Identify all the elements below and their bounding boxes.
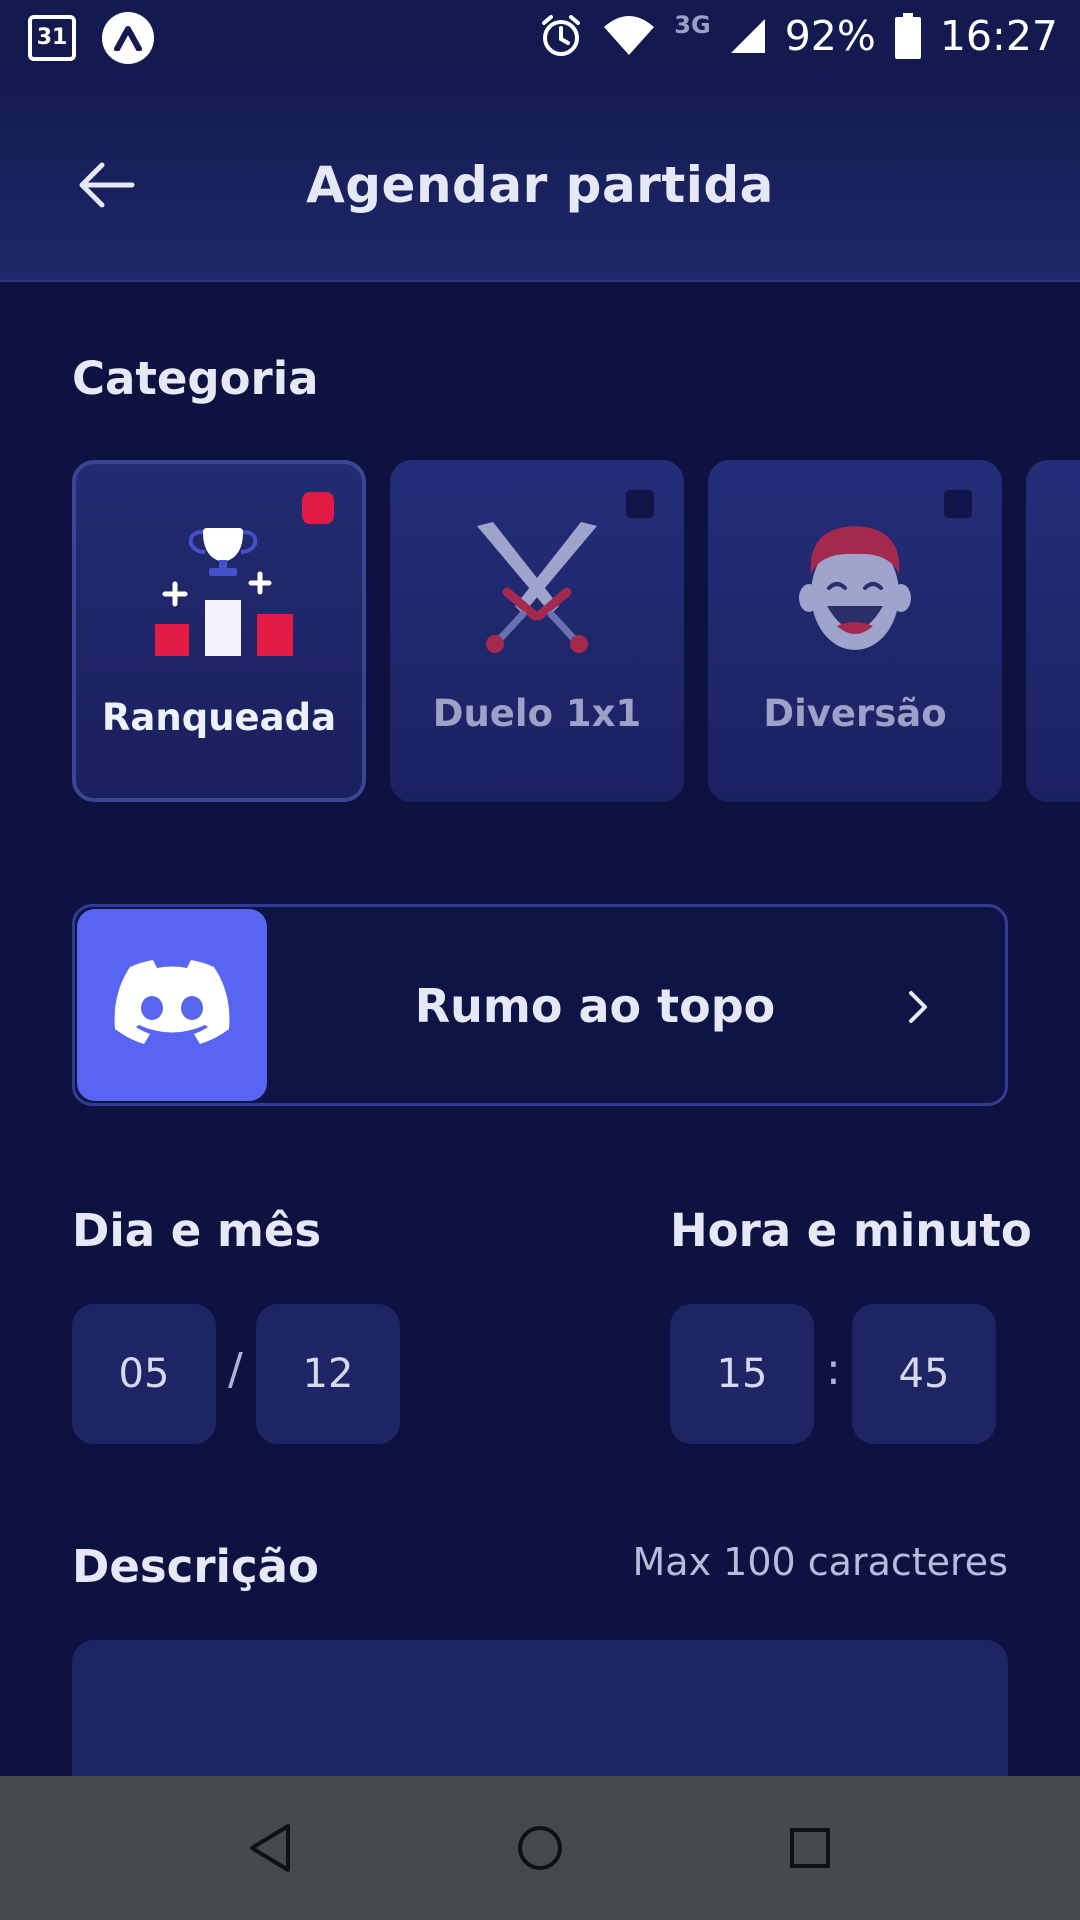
discord-icon bbox=[77, 909, 267, 1101]
category-card-diversao[interactable]: Diversão bbox=[708, 460, 1002, 802]
hour-input[interactable]: 15 bbox=[670, 1304, 814, 1444]
description-heading: Descrição bbox=[72, 1540, 319, 1593]
time-separator: : bbox=[826, 1344, 841, 1395]
system-nav-bar bbox=[0, 1776, 1080, 1920]
network-type: 3G bbox=[674, 11, 711, 39]
wifi-icon bbox=[604, 16, 655, 55]
home-nav-icon[interactable] bbox=[510, 1818, 570, 1878]
category-heading: Categoria bbox=[72, 352, 319, 405]
alarm-icon bbox=[542, 15, 581, 56]
time-heading: Hora e minuto bbox=[670, 1204, 1032, 1257]
category-label: Ranqueada bbox=[101, 696, 337, 739]
category-list: Ranqueada Duelo 1x1 Diversão bbox=[72, 460, 1080, 802]
category-card-duelo[interactable]: Duelo 1x1 bbox=[390, 460, 684, 802]
chevron-right-icon bbox=[909, 991, 927, 1023]
crossed-swords-icon bbox=[477, 522, 597, 653]
category-card-ranqueada[interactable]: Ranqueada bbox=[72, 460, 366, 802]
character-limit-hint: Max 100 caracteres bbox=[632, 1540, 1008, 1584]
app-header: Agendar partida bbox=[0, 72, 1080, 282]
page-title: Agendar partida bbox=[306, 156, 774, 214]
unselected-checkbox bbox=[944, 490, 972, 518]
recents-nav-icon[interactable] bbox=[780, 1818, 840, 1878]
date-separator: / bbox=[228, 1344, 243, 1395]
date-heading: Dia e mês bbox=[72, 1204, 322, 1257]
discord-server-selector[interactable]: Rumo ao topo bbox=[72, 904, 1008, 1106]
category-label: Diversão bbox=[763, 692, 947, 735]
status-bar: 31 3G 92% 16:27 bbox=[0, 0, 1080, 72]
category-label: Duelo 1x1 bbox=[432, 692, 642, 735]
category-card-more[interactable] bbox=[1026, 460, 1080, 802]
clock: 16:27 bbox=[939, 12, 1058, 60]
server-name: Rumo ao topo bbox=[414, 979, 776, 1033]
app-notification-icon bbox=[102, 12, 154, 64]
month-input[interactable]: 12 bbox=[256, 1304, 400, 1444]
back-nav-icon[interactable] bbox=[240, 1818, 300, 1878]
day-input[interactable]: 05 bbox=[72, 1304, 216, 1444]
signal-icon bbox=[730, 19, 765, 53]
calendar-icon: 31 bbox=[28, 15, 76, 61]
unselected-checkbox bbox=[626, 490, 654, 518]
battery-icon bbox=[894, 13, 921, 59]
selected-checkbox bbox=[302, 492, 334, 524]
battery-percent: 92% bbox=[784, 12, 876, 60]
minute-input[interactable]: 45 bbox=[852, 1304, 996, 1444]
trophy-podium-icon bbox=[155, 528, 293, 656]
laughing-face-icon bbox=[799, 526, 911, 650]
